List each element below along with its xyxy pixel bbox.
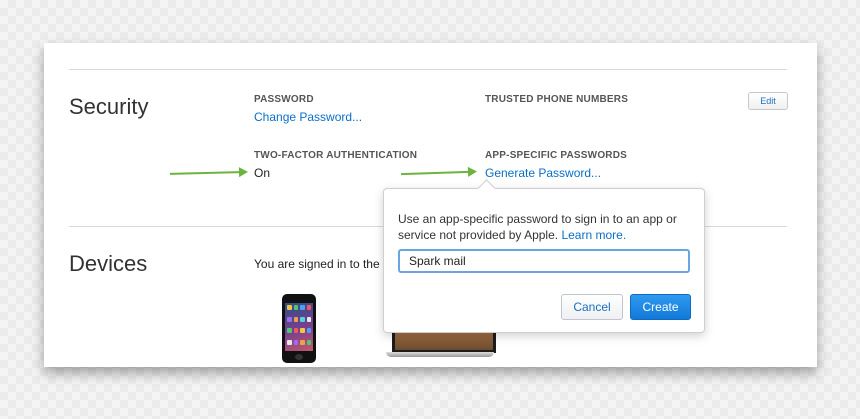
popover-description-text: Use an app-specific password to sign in … xyxy=(398,212,677,242)
app-specific-label: APP-SPECIFIC PASSWORDS xyxy=(485,150,628,161)
password-label: PASSWORD xyxy=(254,94,314,105)
password-label-input[interactable] xyxy=(398,249,690,273)
security-heading: Security xyxy=(69,94,149,119)
create-button[interactable]: Create xyxy=(630,294,691,320)
iphone-icon[interactable] xyxy=(282,294,316,363)
right-arrow-icon xyxy=(400,170,470,176)
macbook-base xyxy=(386,352,494,357)
phone-screen xyxy=(285,303,313,351)
cancel-button[interactable]: Cancel xyxy=(561,294,623,320)
devices-heading: Devices xyxy=(69,251,148,276)
home-button xyxy=(295,354,303,360)
learn-more-link[interactable]: Learn more. xyxy=(561,228,626,242)
app-password-popover: Use an app-specific password to sign in … xyxy=(383,188,705,333)
divider xyxy=(69,69,787,70)
popover-description: Use an app-specific password to sign in … xyxy=(398,211,690,243)
trusted-phone-label: TRUSTED PHONE NUMBERS xyxy=(485,94,629,105)
two-factor-status: On xyxy=(254,166,271,180)
signed-in-text: You are signed in to the xyxy=(254,257,380,271)
change-password-link[interactable]: Change Password... xyxy=(254,110,362,124)
generate-password-link[interactable]: Generate Password... xyxy=(485,166,601,180)
two-factor-label: TWO-FACTOR AUTHENTICATION xyxy=(254,150,418,161)
edit-button[interactable]: Edit xyxy=(748,92,788,110)
right-arrow-icon xyxy=(169,171,241,175)
